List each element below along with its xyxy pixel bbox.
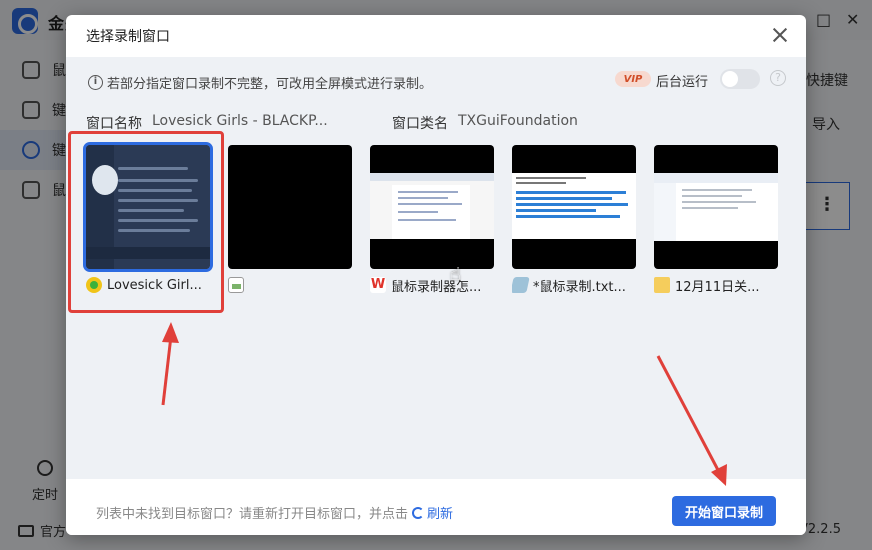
refresh-icon (412, 506, 425, 519)
window-class-label: 窗口类名 (392, 116, 448, 132)
document-preview (370, 173, 494, 239)
window-caption-text: 鼠标录制器怎... (391, 279, 482, 294)
window-thumbnail[interactable] (654, 145, 778, 269)
explorer-preview (654, 173, 778, 241)
window-caption-text: *鼠标录制.txt... (533, 279, 626, 294)
window-item[interactable]: 12月11日关... (654, 145, 778, 293)
window-thumbnail[interactable] (83, 142, 213, 272)
help-icon[interactable]: ? (770, 70, 786, 86)
window-class-value: TXGuiFoundation (458, 113, 578, 129)
background-run-toggle[interactable] (720, 69, 760, 89)
window-name-value: Lovesick Girls - BLACKP... (152, 113, 328, 129)
window-thumbnail[interactable] (512, 145, 636, 269)
broken-image-icon (228, 277, 244, 293)
wps-icon: W (370, 277, 386, 293)
text-editor-preview (512, 173, 636, 239)
window-name-field: 窗口名称 Lovesick Girls - BLACKP... (86, 113, 328, 133)
dialog-title: 选择录制窗口 (86, 29, 170, 45)
start-window-record-button[interactable]: 开始窗口录制 (672, 496, 776, 526)
music-app-icon (86, 277, 102, 293)
window-item[interactable]: W 鼠标录制器怎... (370, 145, 494, 293)
dialog-header: 选择录制窗口 (66, 15, 806, 57)
close-icon[interactable] (770, 25, 790, 45)
window-caption (228, 277, 352, 293)
window-name-label: 窗口名称 (86, 116, 142, 132)
footer-hint: 列表中未找到目标窗口？请重新打开目标窗口，并点击 刷新 (96, 503, 453, 522)
notice-text: 若部分指定窗口录制不完整，可改用全屏模式进行录制。 (107, 77, 433, 92)
vip-badge: VIP (615, 71, 651, 87)
window-item[interactable] (228, 145, 352, 293)
select-window-dialog: 选择录制窗口 i 若部分指定窗口录制不完整，可改用全屏模式进行录制。 VIP 后… (66, 15, 806, 535)
window-caption-text: Lovesick Girl... (107, 277, 202, 293)
music-app-preview (86, 145, 210, 269)
refresh-label: 刷新 (427, 507, 454, 522)
background-run-label: 后台运行 (656, 75, 709, 90)
hand-cursor-icon: ☝ (450, 264, 461, 285)
folder-icon (654, 277, 670, 293)
dialog-body: i 若部分指定窗口录制不完整，可改用全屏模式进行录制。 VIP 后台运行 ? 窗… (66, 57, 806, 479)
window-caption: W 鼠标录制器怎... (370, 277, 494, 293)
window-thumbnail-list: Lovesick Girl... W 鼠标录制器怎... *鼠标录制.txt..… (83, 142, 778, 293)
window-thumbnail[interactable] (370, 145, 494, 269)
footer-hint-text: 列表中未找到目标窗口？请重新打开目标窗口，并点击 (96, 507, 409, 522)
window-item[interactable]: *鼠标录制.txt... (512, 145, 636, 293)
window-caption-text: 12月11日关... (675, 279, 760, 294)
window-class-field: 窗口类名 TXGuiFoundation (392, 113, 578, 133)
refresh-link[interactable]: 刷新 (412, 503, 453, 522)
notepad-icon (512, 277, 530, 293)
window-thumbnail[interactable] (228, 145, 352, 269)
dialog-footer: 列表中未找到目标窗口？请重新打开目标窗口，并点击 刷新 开始窗口录制 (66, 479, 806, 535)
window-caption: 12月11日关... (654, 277, 778, 293)
window-caption: *鼠标录制.txt... (512, 277, 636, 293)
window-item[interactable]: Lovesick Girl... (83, 142, 213, 293)
window-caption: Lovesick Girl... (86, 277, 210, 293)
notice: i 若部分指定窗口录制不完整，可改用全屏模式进行录制。 (88, 73, 432, 92)
info-icon: i (88, 75, 103, 90)
